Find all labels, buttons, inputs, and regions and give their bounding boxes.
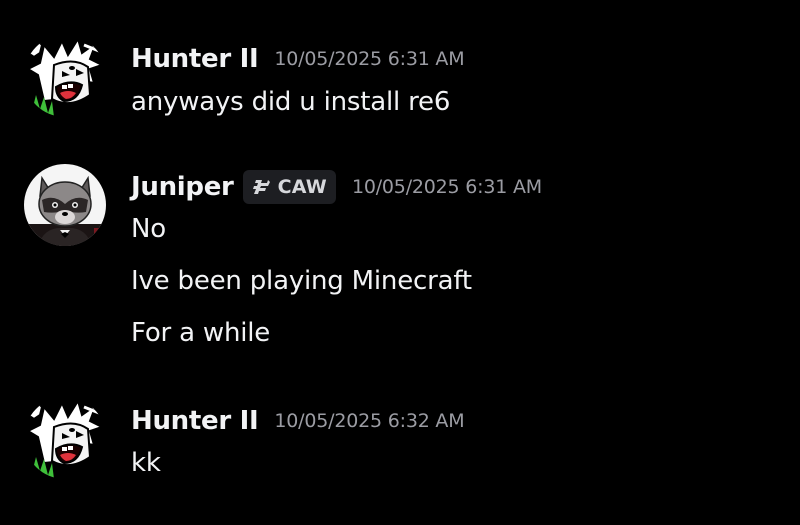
message-text: For a while: [131, 318, 271, 348]
cartoon-screaming-character-avatar: [24, 397, 106, 479]
avatar[interactable]: [24, 35, 106, 117]
guild-tag-icon: [252, 180, 270, 194]
message-header: Hunter II 10/05/2025 6:32 AM: [131, 403, 465, 439]
cartoon-screaming-character-avatar: [24, 35, 106, 117]
message-header: Juniper CAW 10/05/2025 6:31 AM: [131, 169, 542, 205]
message-text: kk: [131, 448, 161, 478]
username[interactable]: Hunter II: [131, 406, 259, 436]
guild-tag-label: CAW: [277, 176, 327, 198]
username[interactable]: Hunter II: [131, 44, 259, 74]
timestamp[interactable]: 10/05/2025 6:31 AM: [352, 176, 542, 198]
chat-log: Hunter II 10/05/2025 6:31 AM anyways did…: [0, 0, 800, 525]
timestamp[interactable]: 10/05/2025 6:32 AM: [274, 410, 464, 432]
message-text: No: [131, 214, 166, 244]
guild-tag[interactable]: CAW: [242, 170, 336, 204]
raccoon-avatar: [24, 164, 106, 246]
message-text: anyways did u install re6: [131, 87, 451, 117]
avatar[interactable]: [24, 164, 106, 246]
username[interactable]: Juniper: [131, 172, 234, 202]
avatar[interactable]: [24, 397, 106, 479]
message-header: Hunter II 10/05/2025 6:31 AM: [131, 41, 465, 77]
message-text: Ive been playing Minecraft: [131, 266, 472, 296]
timestamp[interactable]: 10/05/2025 6:31 AM: [274, 48, 464, 70]
